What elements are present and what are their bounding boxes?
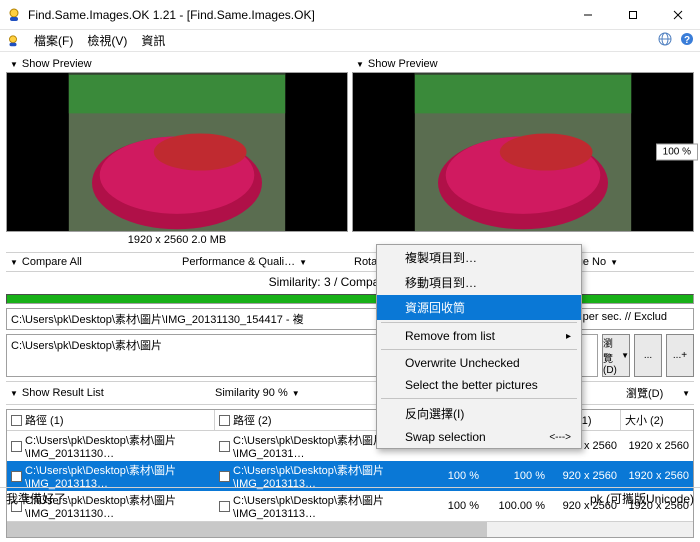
cm-remove-from-list[interactable]: Remove from list▸ <box>377 325 581 347</box>
chevron-down-icon: ▼ <box>10 389 18 398</box>
checkbox[interactable] <box>11 471 22 482</box>
col-path1[interactable]: 路徑 (1) <box>7 410 215 430</box>
browse-dropdown[interactable]: 瀏覽(D) ▼ <box>602 334 630 377</box>
menu-view[interactable]: 檢視(V) <box>87 32 127 49</box>
chevron-down-icon: ▼ <box>621 351 629 360</box>
show-preview-left-dropdown[interactable]: ▼ Show Preview <box>6 56 348 72</box>
globe-icon[interactable] <box>658 32 672 49</box>
checkbox[interactable] <box>219 415 230 426</box>
chevron-down-icon: ▼ <box>292 389 300 398</box>
svg-text:?: ? <box>684 35 690 46</box>
cm-recycle-bin[interactable]: 資源回收筒 <box>377 295 581 320</box>
chevron-down-icon: ▼ <box>610 258 618 267</box>
app-icon <box>6 7 22 23</box>
chevron-right-icon: ▸ <box>566 331 571 342</box>
match-percent-badge: 100 % <box>656 144 698 161</box>
menu-separator <box>381 398 577 399</box>
results-table: 路徑 (1) 路徑 (2) 大小 (1) 大小 (2) C:\Users\pk\… <box>6 409 694 538</box>
cm-select-better[interactable]: Select the better pictures <box>377 374 581 396</box>
menu-separator <box>381 322 577 323</box>
status-bar: 我準備好了 pk (可攜版Unicode) <box>0 487 700 509</box>
preview-image-left <box>6 72 348 232</box>
preview-right: ▼ Show Preview 100 % <box>352 56 694 248</box>
progress-bar <box>6 294 694 304</box>
menu-separator <box>381 349 577 350</box>
app-icon-small <box>6 34 20 48</box>
chevron-down-icon: ▼ <box>10 258 18 267</box>
image-meta-left: 1920 x 2560 2.0 MB <box>6 232 348 248</box>
menu-file[interactable]: 檔案(F) <box>34 32 73 49</box>
status-right: pk (可攜版Unicode) <box>590 490 694 507</box>
menu-bar: 檔案(F) 檢視(V) 資訊 ? <box>0 30 700 52</box>
checkbox[interactable] <box>11 441 22 452</box>
cm-invert-selection[interactable]: 反向選擇(I) <box>377 401 581 426</box>
show-preview-label: Show Preview <box>368 58 438 70</box>
close-button[interactable] <box>655 0 700 29</box>
chevron-down-icon: ▼ <box>356 60 364 69</box>
chevron-down-icon: ▼ <box>10 60 18 69</box>
cm-overwrite-unchecked[interactable]: Overwrite Unchecked <box>377 352 581 374</box>
titlebar: Find.Same.Images.OK 1.21 - [Find.Same.Im… <box>0 0 700 30</box>
preview-image-right <box>352 72 694 232</box>
show-preview-right-dropdown[interactable]: ▼ Show Preview <box>352 56 694 72</box>
add-more-button[interactable]: ...+ <box>666 334 694 377</box>
image-meta-right <box>352 232 694 236</box>
cm-copy-to[interactable]: 複製項目到… <box>377 245 581 270</box>
cm-move-to[interactable]: 移動項目到… <box>377 270 581 295</box>
maximize-button[interactable] <box>610 0 655 29</box>
help-icon[interactable]: ? <box>680 32 694 49</box>
menu-info[interactable]: 資訊 <box>141 32 165 49</box>
browse-dropdown-2[interactable]: 瀏覽(D)▼ <box>622 381 694 405</box>
chevron-down-icon: ▼ <box>682 389 690 398</box>
performance-dropdown[interactable]: Performance & Quali…▼ <box>178 252 350 272</box>
checkbox[interactable] <box>219 471 230 482</box>
cm-swap-selection[interactable]: Swap selection<---> <box>377 426 581 448</box>
minimize-button[interactable] <box>565 0 610 29</box>
horizontal-scrollbar[interactable] <box>7 521 693 537</box>
chevron-down-icon: ▼ <box>299 258 307 267</box>
checkbox[interactable] <box>219 441 230 452</box>
checkbox[interactable] <box>11 415 22 426</box>
compare-mode-dropdown[interactable]: ▼Compare All <box>6 252 178 272</box>
table-header: 路徑 (1) 路徑 (2) 大小 (1) 大小 (2) <box>7 410 693 431</box>
browse-button[interactable]: ... <box>634 334 662 377</box>
show-preview-label: Show Preview <box>22 58 92 70</box>
similarity-summary: Similarity: 3 / Comparisons: 15 <box>6 272 694 292</box>
col-size2[interactable]: 大小 (2) <box>621 410 693 430</box>
context-menu: 複製項目到… 移動項目到… 資源回收筒 Remove from list▸ Ov… <box>376 244 582 449</box>
result-list-dropdown[interactable]: ▼Show Result List <box>6 381 211 405</box>
preview-left: ▼ Show Preview 1920 x 2560 2.0 MB <box>6 56 348 248</box>
table-row[interactable]: C:\Users\pk\Desktop\素材\圖片\IMG_20131130…C… <box>7 431 693 461</box>
status-left: 我準備好了 <box>6 490 66 507</box>
window-title: Find.Same.Images.OK 1.21 - [Find.Same.Im… <box>28 8 565 22</box>
